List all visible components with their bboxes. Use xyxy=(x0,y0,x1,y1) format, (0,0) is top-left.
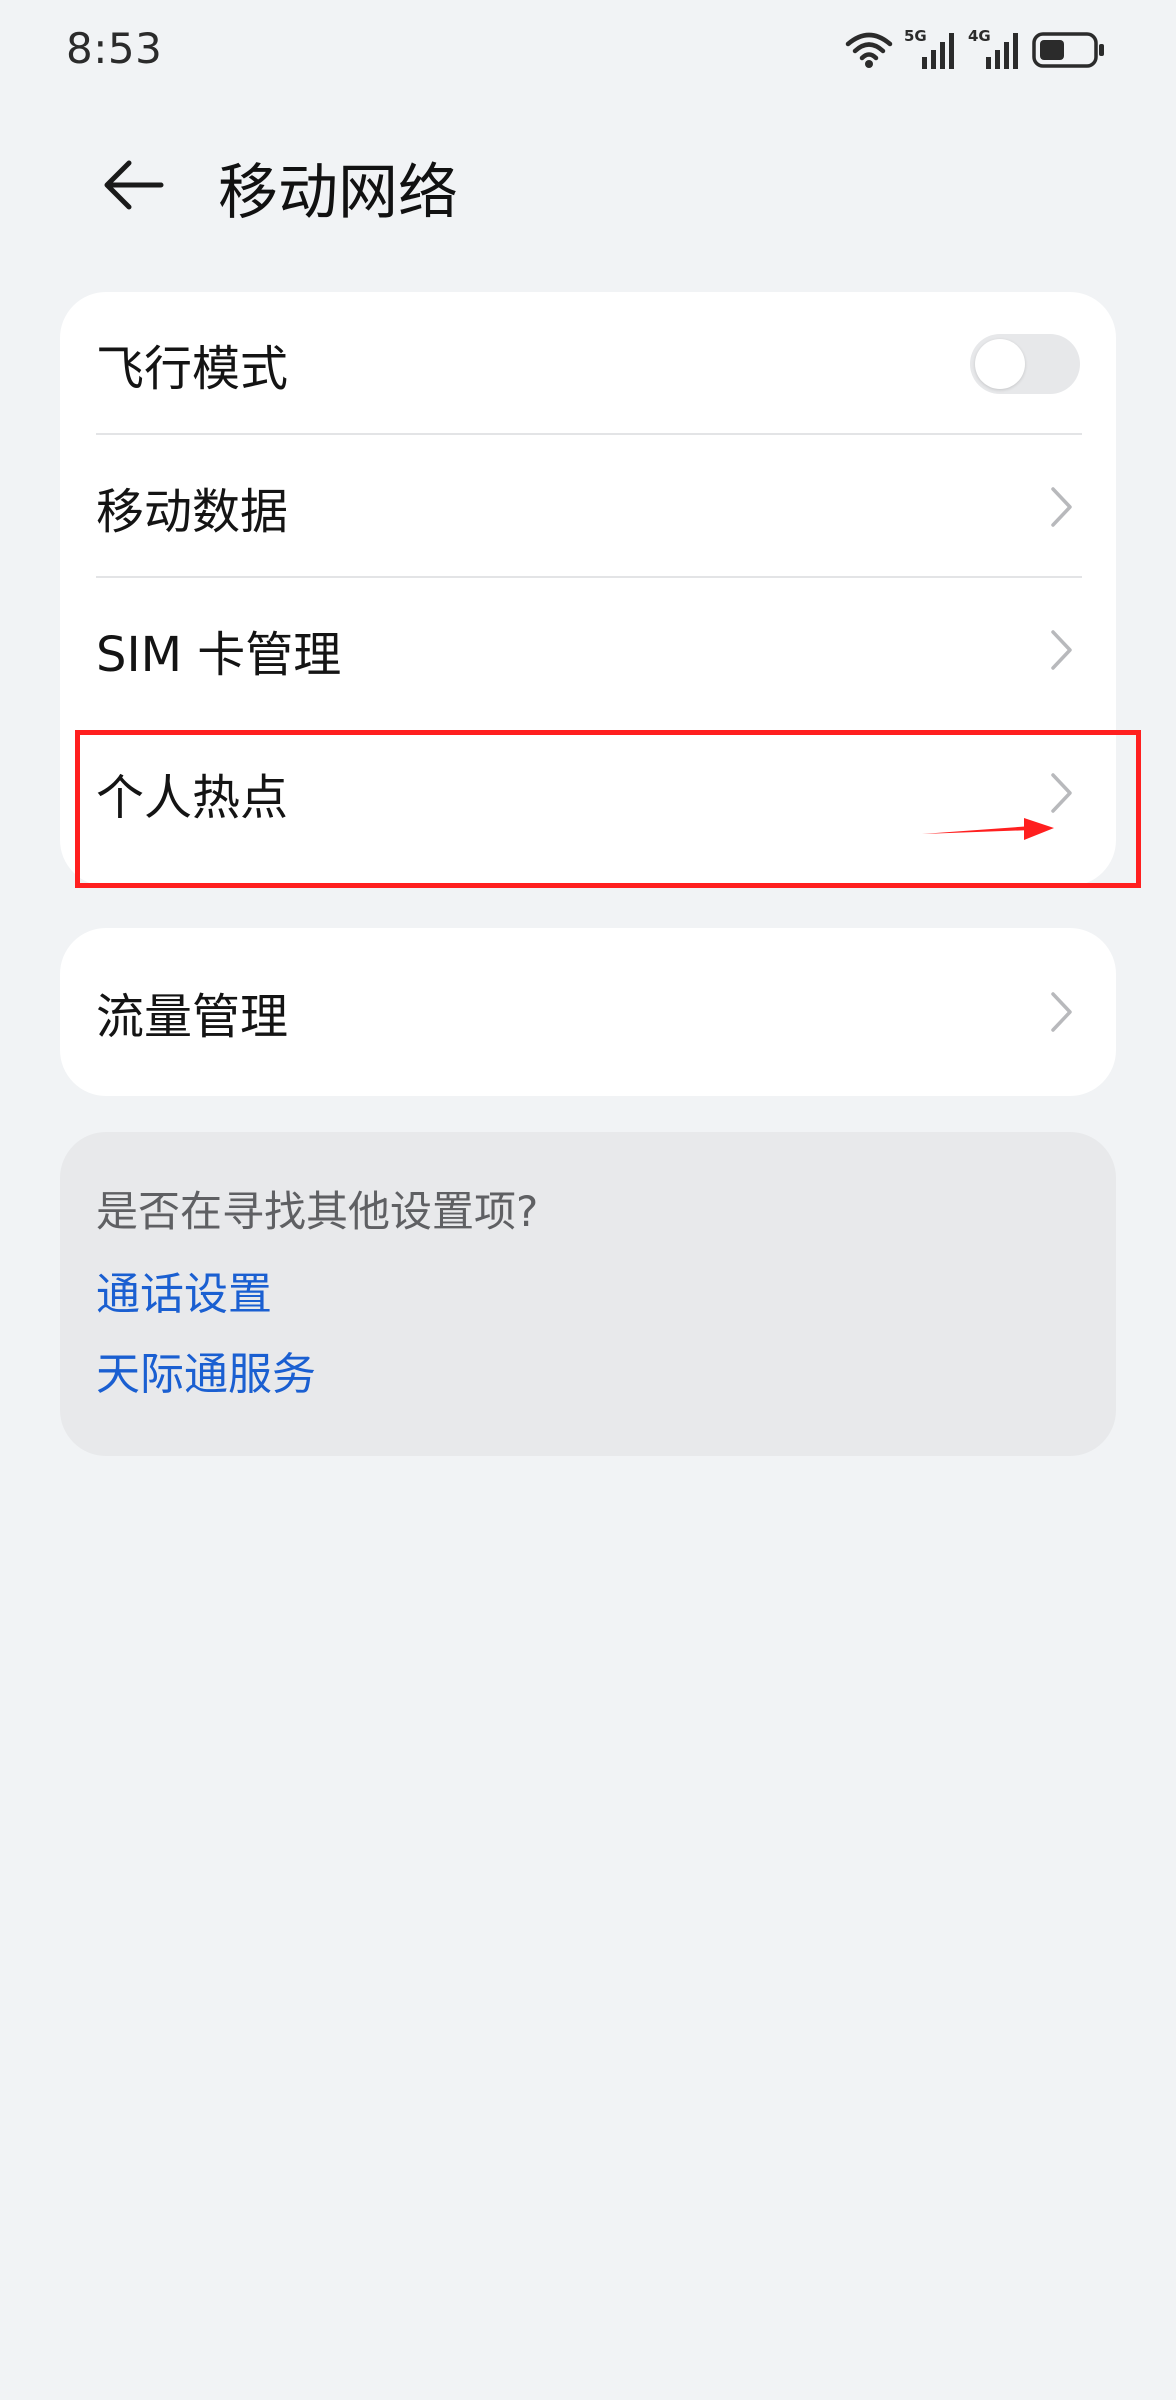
data-usage-row[interactable]: 流量管理 xyxy=(60,940,1116,1083)
signal-5g-icon: 5G xyxy=(904,27,958,73)
chevron-right-icon xyxy=(1048,627,1076,673)
sim-card-management-label: SIM 卡管理 xyxy=(96,626,342,683)
battery-icon xyxy=(1032,30,1106,70)
call-settings-link[interactable]: 通话设置 xyxy=(96,1258,272,1322)
airplane-mode-toggle[interactable] xyxy=(970,333,1080,394)
status-icons: 5G 4G xyxy=(844,22,1106,78)
signal-4g-icon: 4G xyxy=(968,27,1022,73)
airplane-mode-row[interactable]: 飞行模式 xyxy=(60,292,1116,435)
wifi-icon xyxy=(844,30,894,70)
back-button[interactable] xyxy=(88,152,178,222)
page-title: 移动网络 xyxy=(218,158,458,228)
sim-card-management-row[interactable]: SIM 卡管理 xyxy=(60,578,1116,721)
chevron-right-icon xyxy=(1048,989,1076,1035)
chevron-right-icon xyxy=(1048,484,1076,530)
data-usage-label: 流量管理 xyxy=(96,988,289,1045)
red-arrow-annotation-icon xyxy=(920,814,1060,848)
related-settings-title: 是否在寻找其他设置项? xyxy=(96,1187,539,1236)
header: 移动网络 xyxy=(0,120,1176,250)
arrow-left-icon xyxy=(101,157,165,217)
mobile-network-settings-page: 8:53 5G 4G 移动网络 飞行模式 移动数据 SIM 卡管理 个人热点 流… xyxy=(0,0,1176,2400)
skytone-service-link[interactable]: 天际通服务 xyxy=(96,1338,316,1402)
toggle-knob xyxy=(975,338,1025,389)
related-settings-box: 是否在寻找其他设置项? 通话设置 天际通服务 xyxy=(60,1132,1116,1456)
airplane-mode-label: 飞行模式 xyxy=(96,340,289,397)
settings-card-data: 流量管理 xyxy=(60,928,1116,1096)
mobile-data-row[interactable]: 移动数据 xyxy=(60,435,1116,578)
highlight-box-annotation xyxy=(75,730,1141,888)
status-bar: 8:53 5G 4G xyxy=(0,0,1176,100)
mobile-data-label: 移动数据 xyxy=(96,483,289,540)
status-time: 8:53 xyxy=(66,24,163,73)
